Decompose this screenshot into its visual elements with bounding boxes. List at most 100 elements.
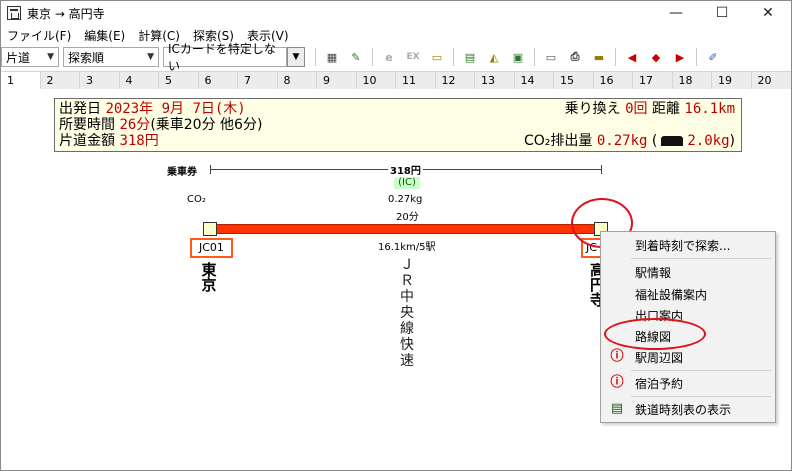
ride-time: 20分 xyxy=(396,212,419,223)
menu-item-label: 宿泊予約 xyxy=(635,376,684,391)
distance-label: 距離 xyxy=(651,101,680,117)
browser-icon[interactable]: e xyxy=(379,47,399,67)
fare-amount: 318円 xyxy=(388,162,423,177)
departure-value: 2023年 9月 7日(木) xyxy=(105,101,246,117)
duration-detail: (乗車20分 他6分) xyxy=(150,117,263,133)
station-name-from[interactable]: 東京 xyxy=(201,263,217,293)
toolbar-separator xyxy=(696,48,697,66)
menu-item-timetable[interactable]: ▤ 鉄道時刻表の表示 xyxy=(601,398,775,420)
ic-card-select[interactable]: ICカードを特定しない xyxy=(163,42,287,73)
day-tab[interactable]: 18 xyxy=(672,72,712,89)
distance-value: 16.1km xyxy=(684,101,735,117)
preview-icon[interactable]: ▬ xyxy=(589,47,609,67)
ic-card-dropdown-button[interactable]: ▼ xyxy=(287,47,305,67)
fare-label: 片道金額 xyxy=(59,133,115,149)
day-tab[interactable]: 9 xyxy=(317,72,357,89)
menu-item-label: 駅周辺図 xyxy=(635,350,684,365)
menu-item-search-by-arrival[interactable]: 到着時刻で探索... xyxy=(601,234,775,256)
day-tab[interactable]: 6 xyxy=(198,72,238,89)
calendar-icon[interactable]: ▦ xyxy=(322,47,342,67)
day-tab[interactable]: 11 xyxy=(396,72,436,89)
menu-separator xyxy=(631,370,771,371)
day-tab[interactable]: 5 xyxy=(159,72,199,89)
app-window: 東京 → 高円寺 — ☐ ✕ ファイル(F) 編集(E) 計算(C) 探索(S)… xyxy=(0,0,792,471)
co2-row: CO₂排出量 0.27kg (2.0kg) xyxy=(524,133,735,149)
fare-row: 片道金額 318円 xyxy=(59,133,159,149)
edit-route-icon[interactable]: ✎ xyxy=(346,47,366,67)
menu-item-station-info[interactable]: 駅情報 xyxy=(601,261,775,283)
annotation-circle-route-map xyxy=(604,318,706,350)
settings-icon[interactable]: ✐ xyxy=(703,47,723,67)
day-tab[interactable]: 12 xyxy=(435,72,475,89)
toolbar-separator xyxy=(372,48,373,66)
day-tab-bar: 1 2 3 4 5 6 7 8 9 10 11 12 13 14 15 16 1… xyxy=(1,71,791,89)
menu-edit[interactable]: 編集(E) xyxy=(78,27,132,44)
station-code-from[interactable]: JC01 xyxy=(190,238,233,258)
duration-row: 所要時間 26分(乗車20分 他6分) xyxy=(59,117,262,133)
trip-type-select[interactable]: 片道 ▼ xyxy=(1,47,59,67)
day-tab[interactable]: 7 xyxy=(238,72,278,89)
menu-separator xyxy=(631,258,771,259)
maximize-button[interactable]: ☐ xyxy=(699,1,745,25)
ic-card-value: ICカードを特定しない xyxy=(168,42,276,73)
day-tab[interactable]: 10 xyxy=(356,72,396,89)
minimize-button[interactable]: — xyxy=(653,1,699,25)
day-tab[interactable]: 19 xyxy=(712,72,752,89)
departure-row: 出発日 2023年 9月 7日(木) xyxy=(59,101,246,117)
fare-value: 318円 xyxy=(119,133,159,149)
day-tab[interactable]: 13 xyxy=(475,72,515,89)
route-map-icon[interactable]: ◭ xyxy=(484,47,504,67)
title-bar: 東京 → 高円寺 — ☐ ✕ xyxy=(1,1,791,25)
memo-icon[interactable]: ▭ xyxy=(541,47,561,67)
day-tab[interactable]: 15 xyxy=(554,72,594,89)
current-train-icon[interactable]: ◆ xyxy=(646,47,666,67)
day-tab[interactable]: 3 xyxy=(80,72,120,89)
car-icon xyxy=(661,136,684,146)
line-name[interactable]: ＪＲ中央線快速 xyxy=(399,257,415,369)
sort-select[interactable]: 探索順 ▼ xyxy=(63,47,159,67)
transfer-value: 0回 xyxy=(625,101,648,117)
day-tab[interactable]: 2 xyxy=(40,72,80,89)
print-icon[interactable]: ⎙ xyxy=(565,47,585,67)
next-train-icon[interactable]: ▶ xyxy=(670,47,690,67)
toolbar-separator xyxy=(534,48,535,66)
window-controls: — ☐ ✕ xyxy=(653,1,791,25)
day-tab[interactable]: 17 xyxy=(633,72,673,89)
sort-value: 探索順 xyxy=(68,50,105,65)
transfer-distance-row: 乗り換え 0回 距離 16.1km xyxy=(565,101,735,117)
day-tab[interactable]: 16 xyxy=(593,72,633,89)
menu-file[interactable]: ファイル(F) xyxy=(1,27,78,44)
ticket-icon[interactable]: ▭ xyxy=(427,47,447,67)
route-segment-bar[interactable] xyxy=(210,224,602,234)
co2-value: 0.27kg xyxy=(596,133,648,149)
menu-separator xyxy=(631,396,771,397)
previous-train-icon[interactable]: ◀ xyxy=(622,47,642,67)
fare-range-start xyxy=(210,165,211,174)
toolbar: 片道 ▼ 探索順 ▼ ICカードを特定しない ▼ ▦ ✎ e EX ▭ ▤ ◭ … xyxy=(1,42,791,73)
car-open-paren: ( xyxy=(651,133,658,149)
menu-item-hotel-booking[interactable]: ⓘ 宿泊予約 xyxy=(601,372,775,394)
toolbar-separator xyxy=(453,48,454,66)
day-tab[interactable]: 1 xyxy=(1,72,41,89)
train-timetable-icon[interactable]: ▤ xyxy=(460,47,480,67)
fare-range-end xyxy=(601,165,602,174)
day-tab[interactable]: 8 xyxy=(277,72,317,89)
ticket-label: 乗車券 xyxy=(167,167,197,178)
chevron-down-icon: ▼ xyxy=(147,52,154,62)
trip-type-value: 片道 xyxy=(6,50,31,65)
express-icon[interactable]: EX xyxy=(403,47,423,67)
menu-item-welfare-facilities[interactable]: 福祉設備案内 xyxy=(601,283,775,305)
day-tab[interactable]: 14 xyxy=(514,72,554,89)
day-tab[interactable]: 20 xyxy=(751,72,791,89)
menu-item-label: 到着時刻で探索... xyxy=(635,238,731,253)
timetable-icon: ▤ xyxy=(610,401,624,416)
day-tab[interactable]: 4 xyxy=(119,72,159,89)
segment-distance: 16.1km/5駅 xyxy=(378,242,436,253)
info-icon: ⓘ xyxy=(610,375,624,390)
menu-item-area-map[interactable]: ⓘ 駅周辺図 xyxy=(601,346,775,368)
station-node-from[interactable] xyxy=(203,222,217,236)
ic-badge: (IC) xyxy=(394,177,420,189)
menu-item-label: 鉄道時刻表の表示 xyxy=(635,402,732,417)
commuter-pass-icon[interactable]: ▣ xyxy=(508,47,528,67)
close-button[interactable]: ✕ xyxy=(745,1,791,25)
